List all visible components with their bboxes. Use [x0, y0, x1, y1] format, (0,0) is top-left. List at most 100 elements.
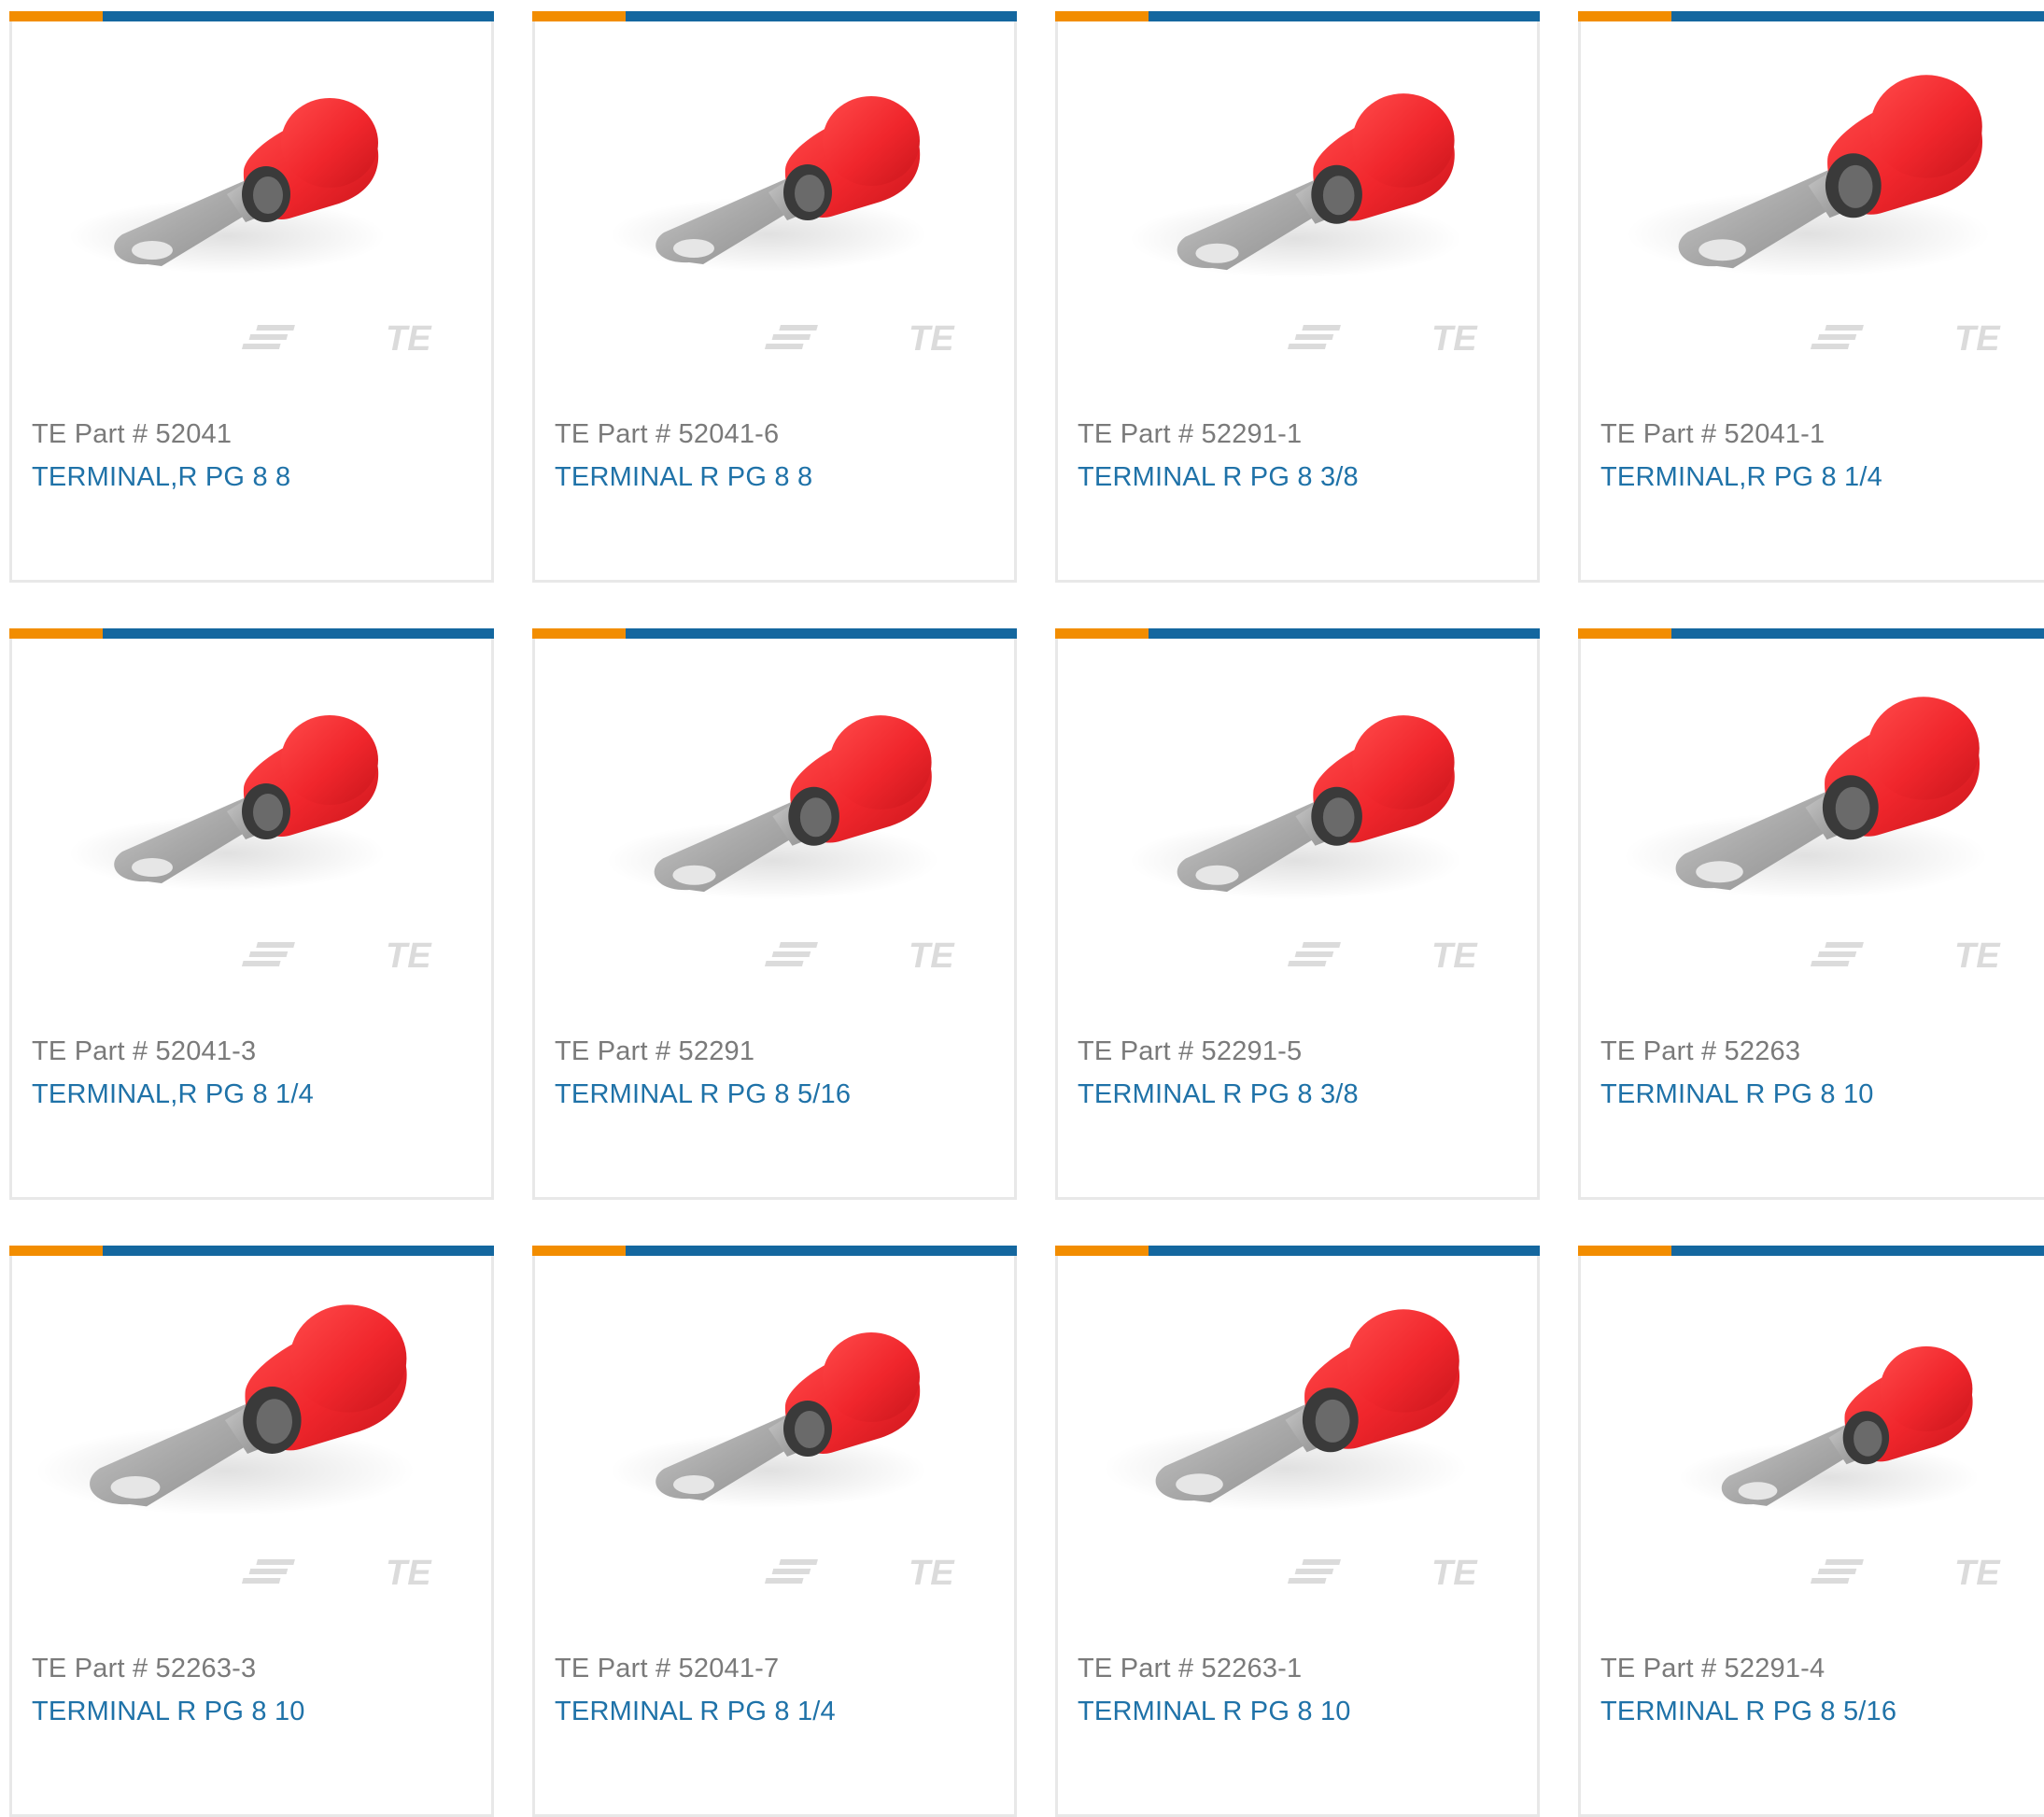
part-number: TE Part # 52041-7: [555, 1654, 780, 1683]
product-card[interactable]: TE TE Part # 52041-1 TERMINAL,R PG 8 1/4: [1578, 11, 2044, 583]
product-image[interactable]: TE: [1581, 1256, 2044, 1611]
part-number: TE Part # 52041-1: [1600, 419, 1826, 449]
product-card[interactable]: TE TE Part # 52291 TERMINAL R PG 8 5/16: [532, 628, 1017, 1200]
product-description-link[interactable]: TERMINAL,R PG 8 8: [32, 462, 290, 493]
part-number: TE Part # 52041: [32, 419, 233, 449]
ring-terminal-red-icon: TE: [1626, 75, 2001, 359]
ring-terminal-red-icon: TE: [1129, 93, 1478, 359]
te-logo-text: TE: [1954, 1554, 2001, 1593]
card-accent-bar: [532, 628, 1017, 639]
card-accent-bar: [1578, 1246, 2044, 1256]
te-logo-text: TE: [1954, 937, 2001, 976]
accent-blue-segment: [103, 1246, 494, 1256]
ring-terminal-red-icon: TE: [1678, 1345, 2001, 1593]
product-card[interactable]: TE TE Part # 52291-5 TERMINAL R PG 8 3/8: [1055, 628, 1540, 1200]
product-description-link[interactable]: TERMINAL R PG 8 5/16: [1600, 1697, 1896, 1727]
ring-terminal-red-icon: TE: [610, 1332, 955, 1593]
accent-orange-segment: [1055, 11, 1149, 21]
product-card[interactable]: TE TE Part # 52041-7 TERMINAL R PG 8 1/4: [532, 1246, 1017, 1817]
accent-orange-segment: [532, 628, 626, 639]
product-image[interactable]: TE: [535, 21, 1014, 376]
accent-orange-segment: [1578, 628, 1671, 639]
accent-orange-segment: [1055, 1246, 1149, 1256]
part-number: TE Part # 52263-3: [32, 1654, 257, 1683]
accent-blue-segment: [1149, 628, 1540, 639]
ring-terminal-red-icon: TE: [1623, 697, 2001, 976]
card-accent-bar: [9, 1246, 494, 1256]
part-number: TE Part # 52263-1: [1078, 1654, 1303, 1683]
te-logo-text: TE: [909, 319, 955, 359]
accent-blue-segment: [1149, 1246, 1540, 1256]
ring-terminal-red-icon: TE: [68, 98, 432, 359]
accent-blue-segment: [1149, 11, 1540, 21]
product-image[interactable]: TE: [1581, 21, 2044, 376]
product-card[interactable]: TE TE Part # 52263 TERMINAL R PG 8 10: [1578, 628, 2044, 1200]
te-logo-text: TE: [909, 1554, 955, 1593]
te-logo-text: TE: [1431, 319, 1478, 359]
accent-blue-segment: [626, 628, 1017, 639]
product-image[interactable]: TE: [12, 21, 491, 376]
product-image[interactable]: TE: [12, 639, 491, 993]
product-description-link[interactable]: TERMINAL R PG 8 3/8: [1078, 1079, 1359, 1110]
product-card[interactable]: TE TE Part # 52263-3 TERMINAL R PG 8 10: [9, 1246, 494, 1817]
ring-terminal-red-icon: TE: [610, 96, 955, 359]
ring-terminal-red-icon: TE: [1103, 1309, 1478, 1593]
te-logo-text: TE: [1954, 319, 2001, 359]
accent-orange-segment: [9, 1246, 103, 1256]
product-image[interactable]: TE: [535, 639, 1014, 993]
accent-orange-segment: [532, 11, 626, 21]
card-accent-bar: [532, 11, 1017, 21]
te-logo-watermark: TE: [1287, 1554, 1478, 1593]
card-accent-bar: [1055, 1246, 1540, 1256]
te-logo-watermark: TE: [764, 937, 955, 976]
product-card[interactable]: TE TE Part # 52291-1 TERMINAL R PG 8 3/8: [1055, 11, 1540, 583]
product-image[interactable]: TE: [1581, 639, 2044, 993]
part-number: TE Part # 52291: [555, 1036, 755, 1066]
product-description-link[interactable]: TERMINAL,R PG 8 1/4: [32, 1079, 314, 1110]
product-description-link[interactable]: TERMINAL R PG 8 10: [32, 1697, 305, 1727]
card-accent-bar: [9, 11, 494, 21]
product-description-link[interactable]: TERMINAL R PG 8 5/16: [555, 1079, 851, 1110]
accent-orange-segment: [1578, 11, 1671, 21]
product-description-link[interactable]: TERMINAL R PG 8 10: [1078, 1697, 1351, 1727]
te-logo-text: TE: [1431, 1554, 1478, 1593]
product-image[interactable]: TE: [1058, 639, 1537, 993]
product-image[interactable]: TE: [12, 1256, 491, 1611]
ring-terminal-red-icon: TE: [35, 1304, 432, 1593]
ring-terminal-red-icon: TE: [1129, 715, 1478, 976]
product-card[interactable]: TE TE Part # 52263-1 TERMINAL R PG 8 10: [1055, 1246, 1540, 1817]
accent-blue-segment: [103, 11, 494, 21]
product-card[interactable]: TE TE Part # 52041-3 TERMINAL,R PG 8 1/4: [9, 628, 494, 1200]
card-accent-bar: [1578, 628, 2044, 639]
part-number: TE Part # 52291-1: [1078, 419, 1303, 449]
te-logo-watermark: TE: [1287, 319, 1478, 359]
accent-orange-segment: [1055, 628, 1149, 639]
product-image[interactable]: TE: [1058, 1256, 1537, 1611]
part-number: TE Part # 52263: [1600, 1036, 1801, 1066]
product-description-link[interactable]: TERMINAL R PG 8 8: [555, 462, 812, 493]
accent-blue-segment: [626, 1246, 1017, 1256]
product-description-link[interactable]: TERMINAL R PG 8 3/8: [1078, 462, 1359, 493]
product-description-link[interactable]: TERMINAL,R PG 8 1/4: [1600, 462, 1882, 493]
te-logo-text: TE: [909, 937, 955, 976]
te-logo-text: TE: [386, 1554, 432, 1593]
part-number: TE Part # 52041-3: [32, 1036, 257, 1066]
card-accent-bar: [1055, 11, 1540, 21]
accent-blue-segment: [1671, 1246, 2044, 1256]
card-accent-bar: [532, 1246, 1017, 1256]
accent-orange-segment: [9, 11, 103, 21]
product-image[interactable]: TE: [535, 1256, 1014, 1611]
product-description-link[interactable]: TERMINAL R PG 8 1/4: [555, 1697, 836, 1727]
product-card[interactable]: TE TE Part # 52041-6 TERMINAL R PG 8 8: [532, 11, 1017, 583]
card-accent-bar: [1578, 11, 2044, 21]
accent-blue-segment: [626, 11, 1017, 21]
product-card[interactable]: TE TE Part # 52041 TERMINAL,R PG 8 8: [9, 11, 494, 583]
te-logo-watermark: TE: [1287, 937, 1478, 976]
te-logo-text: TE: [386, 937, 432, 976]
part-number: TE Part # 52291-5: [1078, 1036, 1303, 1066]
product-image[interactable]: TE: [1058, 21, 1537, 376]
accent-orange-segment: [9, 628, 103, 639]
product-card[interactable]: TE TE Part # 52291-4 TERMINAL R PG 8 5/1…: [1578, 1246, 2044, 1817]
accent-blue-segment: [1671, 11, 2044, 21]
product-description-link[interactable]: TERMINAL R PG 8 10: [1600, 1079, 1874, 1110]
